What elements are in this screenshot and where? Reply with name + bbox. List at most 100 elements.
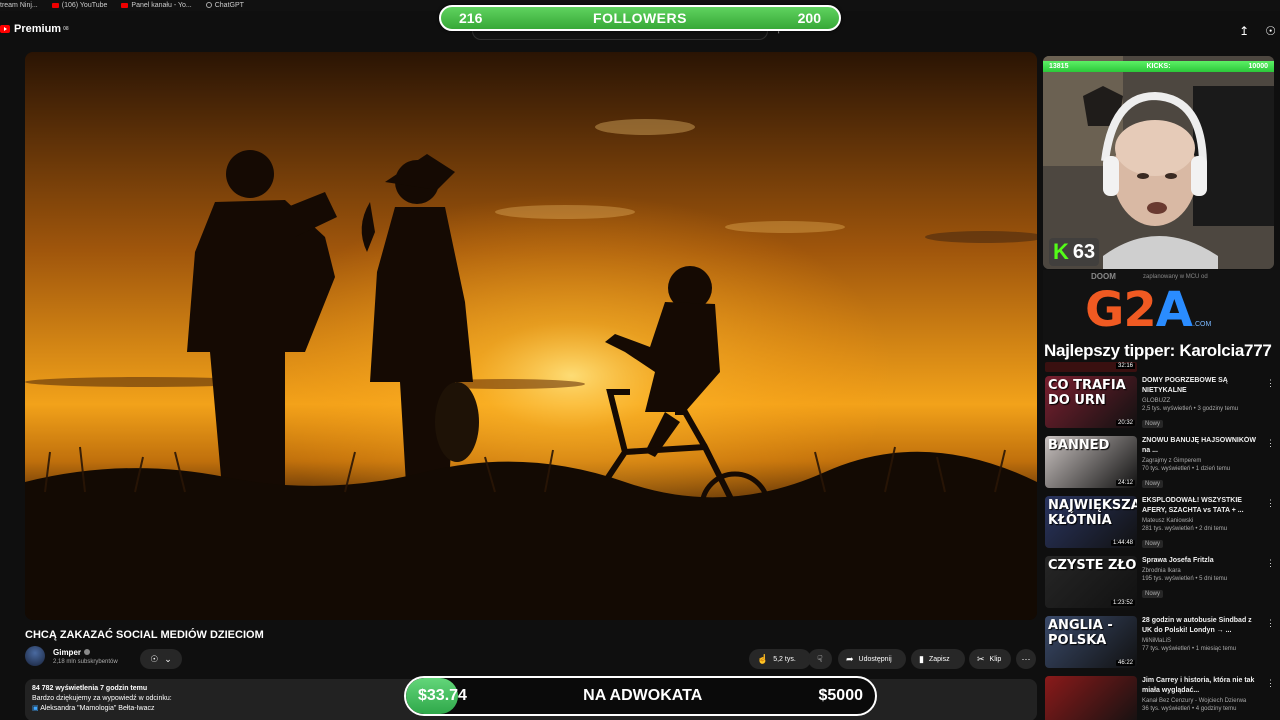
youtube-premium-logo[interactable]: Premium 08	[0, 23, 69, 35]
youtube-studio-icon	[121, 2, 129, 8]
video-thumbnail[interactable]: NAJWIĘKSZA KŁÓTNIA 1:44:48	[1045, 496, 1137, 548]
channel-info: Gimper 2,18 mln subskrybentów	[25, 646, 118, 666]
clip-button[interactable]: ✂ Klip	[969, 649, 1011, 669]
bookmark-item[interactable]: ChatGPT	[205, 2, 244, 9]
verified-icon	[84, 649, 91, 656]
recommended-video-item[interactable]: BANNED 24:12 ZNOWU BANUJĘ HAJSOWNIKÓW na .…	[1045, 436, 1275, 496]
kick-logo-icon: K	[1053, 239, 1069, 264]
recommended-video-item[interactable]: CZYSTE ZŁO 1:23:52 Sprawa Josefa Fritzla Zb…	[1045, 556, 1275, 616]
kick-viewer-count: 63	[1072, 240, 1096, 263]
more-vertical-icon[interactable]: ⋮	[1266, 438, 1275, 449]
more-vertical-icon[interactable]: ⋮	[1266, 498, 1275, 509]
new-badge: Nowy	[1142, 480, 1164, 488]
like-button[interactable]: ☝ 5,2 tys.	[749, 649, 811, 669]
more-vertical-icon[interactable]: ⋮	[1266, 618, 1275, 629]
video-thumbnail[interactable]: 22:18	[1045, 676, 1137, 720]
save-button[interactable]: ▮ Zapisz	[911, 649, 965, 669]
recommended-video-item[interactable]: NAJWIĘKSZA KŁÓTNIA 1:44:48 EKSPLODOWAŁ! WS…	[1045, 496, 1275, 556]
scissors-icon: ✂	[977, 653, 985, 664]
video-duration: 20:32	[1115, 420, 1135, 426]
link-icon: ▣	[32, 705, 41, 712]
recommended-video-item[interactable]: ANGLIA - POLSKA 46:22 28 godzin w autobusi…	[1045, 616, 1275, 676]
video-stats: 70 tys. wyświetleń • 1 dzień temu	[1142, 466, 1231, 472]
thumbnail-overlay-text: CO TRAFIA DO URN	[1048, 378, 1126, 408]
thumbnail-strip: 32:16	[1045, 362, 1137, 372]
top-tipper-text: Najlepszy tipper: Karolcia777	[1044, 341, 1272, 360]
bookmark-item[interactable]: (106) YouTube	[51, 2, 107, 9]
channel-name[interactable]: Kanał Bez Cenzury - Wojciech Dzierwa	[1142, 698, 1259, 704]
subscriber-count: 2,18 mln subskrybentów	[53, 658, 118, 665]
channel-name[interactable]: Zbrodnia Ikara	[1142, 568, 1259, 574]
donation-goal-overlay: $33.74 NA ADWOKATA $5000	[404, 676, 877, 716]
upload-icon[interactable]: ↥	[1239, 24, 1249, 38]
video-title-link[interactable]: ZNOWU BANUJĘ HAJSOWNIKÓW na ...	[1142, 436, 1259, 456]
thumbnail-overlay-text: CZYSTE ZŁO	[1048, 558, 1137, 573]
recommended-video-item[interactable]: 22:18Jim Carrey i historia, która nie ta…	[1045, 676, 1275, 720]
screen: tream Ninj... (106) YouTube Panel kanału…	[0, 0, 1280, 720]
more-vertical-icon[interactable]: ⋮	[1266, 678, 1275, 689]
video-thumbnail[interactable]: CO TRAFIA DO URN 20:32	[1045, 376, 1137, 428]
donation-current: $33.74	[418, 687, 467, 704]
video-thumbnail[interactable]: BANNED 24:12	[1045, 436, 1137, 488]
followers-goal-overlay: 216 FOLLOWERS 200	[439, 5, 841, 31]
video-title-link[interactable]: 28 godzin w autobusie Sindbad z UK do Po…	[1142, 616, 1259, 636]
youtube-icon	[51, 2, 59, 8]
channel-name[interactable]: GLOBUZZ	[1142, 398, 1259, 404]
channel-name[interactable]: Gimper	[53, 648, 118, 657]
more-horizontal-icon: ⋯	[1021, 653, 1031, 664]
new-badge: Nowy	[1142, 540, 1164, 548]
channel-name[interactable]: MiNiMaLiS	[1142, 638, 1259, 644]
video-title-link[interactable]: DOMY POGRZEBOWE SĄ NIETYKALNE	[1142, 376, 1259, 396]
more-vertical-icon[interactable]: ⋮	[1266, 378, 1275, 389]
video-duration: 1:23:52	[1110, 600, 1135, 606]
channel-avatar[interactable]	[25, 646, 45, 666]
new-badge: Nowy	[1142, 590, 1164, 598]
followers-goal: 200	[797, 10, 821, 26]
channel-name[interactable]: Mateusz Kaniowski	[1142, 518, 1259, 524]
topbar-actions: ↥ ☉	[1239, 24, 1276, 38]
video-thumbnail[interactable]: CZYSTE ZŁO 1:23:52	[1045, 556, 1137, 608]
video-stats: 2,5 tys. wyświetleń • 3 godziny temu	[1142, 406, 1239, 412]
webcam-overlay: 13815 KICKS: 10000 K 63	[1043, 56, 1274, 269]
g2a-sponsor-banner: DOOM zaplanowany w MCU od G2A .COM	[1043, 270, 1280, 350]
video-duration: 1:44:48	[1110, 540, 1135, 546]
video-duration: 24:12	[1115, 480, 1135, 486]
dislike-button[interactable]: ☟	[808, 649, 832, 669]
bookmark-item[interactable]: Panel kanału - Yo...	[121, 2, 192, 9]
thumbnail-overlay-text: ANGLIA - POLSKA	[1048, 618, 1113, 648]
video-thumbnail[interactable]: ANGLIA - POLSKA 46:22	[1045, 616, 1137, 668]
bookmark-icon: ▮	[919, 653, 924, 664]
followers-current: 216	[459, 10, 483, 26]
channel-name[interactable]: Zagrajmy z Gimperem	[1142, 458, 1259, 464]
share-button[interactable]: ➦ Udostępnij	[838, 649, 906, 669]
video-player[interactable]	[25, 52, 1037, 620]
subscription-bell-button[interactable]: ☉ ⌄	[140, 649, 182, 669]
notifications-bell-icon[interactable]: ☉	[1265, 24, 1276, 38]
donation-goal: $5000	[818, 687, 864, 704]
chatgpt-icon	[205, 2, 212, 9]
kicks-goal-bar: 13815 KICKS: 10000	[1043, 61, 1274, 72]
thumbnail-overlay-text: BANNED	[1048, 438, 1110, 453]
g2a-logo: G2A	[1085, 282, 1193, 338]
recommended-list: CO TRAFIA DO URN 20:32 DOMY POGRZEBOWE SĄ …	[1045, 376, 1275, 720]
thumbnail-overlay-text: NAJWIĘKSZA KŁÓTNIA	[1048, 498, 1137, 528]
video-duration: 46:22	[1115, 660, 1135, 666]
video-title: CHCĄ ZAKAZAĆ SOCIAL MEDIÓW DZIECIOM	[25, 629, 264, 641]
video-stats: 281 tys. wyświetleń • 2 dni temu	[1142, 526, 1228, 532]
donation-label: NA ADWOKATA	[583, 687, 703, 704]
bookmark-item[interactable]: tream Ninj...	[0, 2, 38, 9]
video-title-link[interactable]: EKSPLODOWAŁ! WSZYSTKIE AFERY, SZACHTA vs…	[1142, 496, 1259, 516]
more-vertical-icon[interactable]: ⋮	[1266, 558, 1275, 569]
followers-label: FOLLOWERS	[593, 10, 687, 26]
recommended-video-item[interactable]: CO TRAFIA DO URN 20:32 DOMY POGRZEBOWE SĄ …	[1045, 376, 1275, 436]
share-icon: ➦	[846, 653, 854, 664]
bell-icon: ☉	[150, 653, 159, 664]
video-stats: 36 tys. wyświetleń • 4 godziny temu	[1142, 706, 1237, 712]
video-frame-sunset-silhouettes	[25, 52, 1037, 620]
video-title-link[interactable]: Sprawa Josefa Fritzla	[1142, 556, 1259, 566]
more-actions-button[interactable]: ⋯	[1016, 649, 1036, 669]
video-stats: 77 tys. wyświetleń • 1 miesiąc temu	[1142, 646, 1237, 652]
video-stats: 195 tys. wyświetleń • 5 dni temu	[1142, 576, 1228, 582]
video-title-link[interactable]: Jim Carrey i historia, która nie tak mia…	[1142, 676, 1259, 696]
youtube-play-icon	[0, 25, 10, 33]
